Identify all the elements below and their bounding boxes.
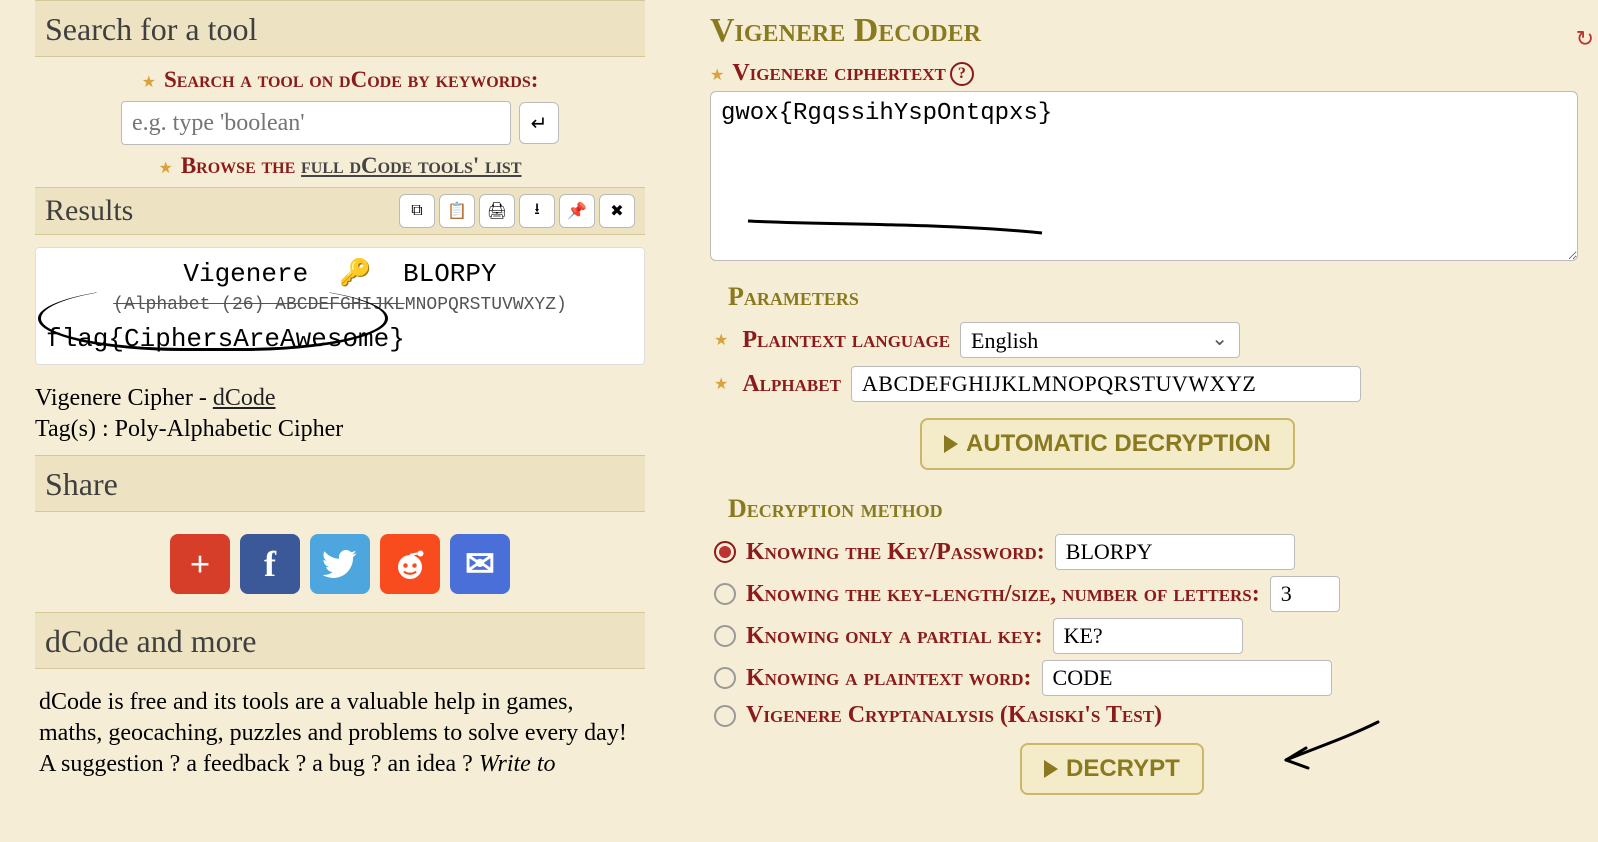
lang-select-wrap: English: [960, 322, 1240, 358]
browse-link[interactable]: full dCode tools' list: [301, 153, 521, 178]
opt-partial-label: Knowing only a partial key:: [746, 623, 1043, 650]
lang-row: ★ Plaintext language English: [714, 322, 1578, 358]
results-title: Results: [45, 194, 133, 228]
decrypt-button[interactable]: DECRYPT: [1020, 743, 1204, 795]
key-input[interactable]: [1055, 534, 1295, 570]
radio-len[interactable]: [714, 583, 736, 605]
ciphertext-label: Vigenere ciphertext ?: [732, 60, 974, 87]
result-key: BLORPY: [403, 259, 497, 289]
ciphertext-input[interactable]: [710, 91, 1578, 261]
browse-row: ★ Browse the full dCode tools' list: [35, 153, 645, 179]
alphabet-label: Alphabet: [742, 371, 841, 398]
search-go-button[interactable]: ↵: [519, 102, 559, 144]
clipboard2-button[interactable]: 📋: [439, 194, 475, 228]
ciphertext-label-text: Vigenere ciphertext: [732, 60, 946, 87]
star-icon: ★: [142, 74, 156, 91]
tags-line: Tag(s) : Poly-Alphabetic Cipher: [35, 416, 645, 443]
lang-label: Plaintext language: [742, 327, 950, 354]
share-row: + f ✉: [35, 522, 645, 612]
star-icon: ★: [714, 374, 728, 394]
share-plus-button[interactable]: +: [170, 534, 230, 594]
auto-btn-label: AUTOMATIC DECRYPTION: [966, 430, 1271, 458]
radio-partial[interactable]: [714, 625, 736, 647]
opt-word-row: Knowing a plaintext word:: [714, 660, 1578, 696]
lang-select[interactable]: English: [960, 322, 1240, 358]
opt-len-label: Knowing the key-length/size, number of l…: [746, 581, 1260, 608]
browse-prefix: Browse the: [181, 153, 301, 178]
alphabet-input[interactable]: [851, 366, 1361, 402]
radio-word[interactable]: [714, 667, 736, 689]
alphabet-line: (Alphabet (26) ABCDEFGHIJKLMNOPQRSTUVWXY…: [46, 289, 634, 316]
copy-button[interactable]: ⧉: [399, 194, 435, 228]
result-cipher: Vigenere: [183, 259, 308, 289]
help-icon[interactable]: ?: [950, 62, 974, 86]
search-label: Search a tool on dCode by keywords:: [164, 67, 538, 92]
opt-word-label: Knowing a plaintext word:: [746, 665, 1032, 692]
result-header: Vigenere 🔑 BLORPY: [46, 258, 634, 289]
len-input[interactable]: [1270, 576, 1340, 612]
share-twitter-button[interactable]: [310, 534, 370, 594]
result-box: Vigenere 🔑 BLORPY (Alphabet (26) ABCDEFG…: [35, 247, 645, 365]
search-input[interactable]: [121, 101, 511, 145]
about-text: dCode is free and its tools are a valuab…: [35, 679, 645, 789]
alphabet-strike: (Alphabet (26) ABCDEFGHIJKL: [113, 295, 405, 315]
results-toolbar: ⧉ 📋 🖨 ⭳ 📌 ✖: [399, 194, 635, 228]
radio-key[interactable]: [714, 541, 736, 563]
radio-kasiski[interactable]: [714, 705, 736, 727]
star-icon: ★: [710, 67, 724, 84]
results-header-row: Results ⧉ 📋 🖨 ⭳ 📌 ✖: [35, 187, 645, 235]
star-icon: ★: [158, 160, 172, 177]
star-icon: ★: [714, 330, 728, 350]
auto-decrypt-button[interactable]: AUTOMATIC DECRYPTION: [920, 418, 1295, 470]
ciphertext-wrap: [710, 87, 1578, 266]
about-p2-prefix: A suggestion ? a feedback ? a bug ? an i…: [39, 751, 479, 777]
parameters-header: Parameters: [728, 282, 1578, 312]
opt-kasiski-row: Vigenere Cryptanalysis (Kasiski's Test): [714, 702, 1578, 729]
dcode-link[interactable]: dCode: [213, 385, 276, 411]
about-p2-italic: Write to: [479, 751, 556, 777]
cipher-line-prefix: Vigenere Cipher -: [35, 385, 213, 411]
opt-kasiski-label: Vigenere Cryptanalysis (Kasiski's Test): [746, 702, 1162, 729]
opt-partial-row: Knowing only a partial key:: [714, 618, 1578, 654]
alphabet-row: ★ Alphabet: [714, 366, 1578, 402]
search-input-row: ↵: [35, 101, 645, 145]
about-header: dCode and more: [35, 612, 645, 669]
pin-button[interactable]: 📌: [559, 194, 595, 228]
opt-key-label: Knowing the Key/Password:: [746, 539, 1045, 566]
download-button[interactable]: ⭳: [519, 194, 555, 228]
alphabet-rest: MNOPQRSTUVWXYZ): [405, 295, 567, 315]
right-panel: ↻ Vigenere Decoder ★ Vigenere ciphertext…: [680, 0, 1598, 842]
opt-len-row: Knowing the key-length/size, number of l…: [714, 576, 1578, 612]
word-input[interactable]: [1042, 660, 1332, 696]
search-header: Search for a tool: [35, 0, 645, 57]
cipher-meta: Vigenere Cipher - dCode: [35, 385, 645, 412]
flag-text: flag{CiphersAreAwesome}: [46, 324, 634, 354]
play-icon: [1044, 760, 1058, 778]
ciphertext-label-row: ★ Vigenere ciphertext ?: [710, 60, 1578, 87]
share-header: Share: [35, 455, 645, 512]
opt-key-row: Knowing the Key/Password:: [714, 534, 1578, 570]
share-facebook-button[interactable]: f: [240, 534, 300, 594]
share-email-button[interactable]: ✉: [450, 534, 510, 594]
reload-icon[interactable]: ↻: [1576, 26, 1594, 52]
clear-button[interactable]: ✖: [599, 194, 635, 228]
method-header: Decryption method: [728, 494, 1578, 524]
left-panel: Search for a tool ★ Search a tool on dCo…: [0, 0, 680, 842]
search-label-row: ★ Search a tool on dCode by keywords:: [35, 67, 645, 93]
partial-input[interactable]: [1053, 618, 1243, 654]
print-button[interactable]: 🖨: [479, 194, 515, 228]
key-icon: 🔑: [339, 259, 371, 289]
share-reddit-button[interactable]: [380, 534, 440, 594]
play-icon: [944, 435, 958, 453]
decrypt-btn-label: DECRYPT: [1066, 755, 1180, 783]
decoder-title: Vigenere Decoder: [710, 0, 1578, 60]
about-p1: dCode is free and its tools are a valuab…: [39, 689, 627, 746]
